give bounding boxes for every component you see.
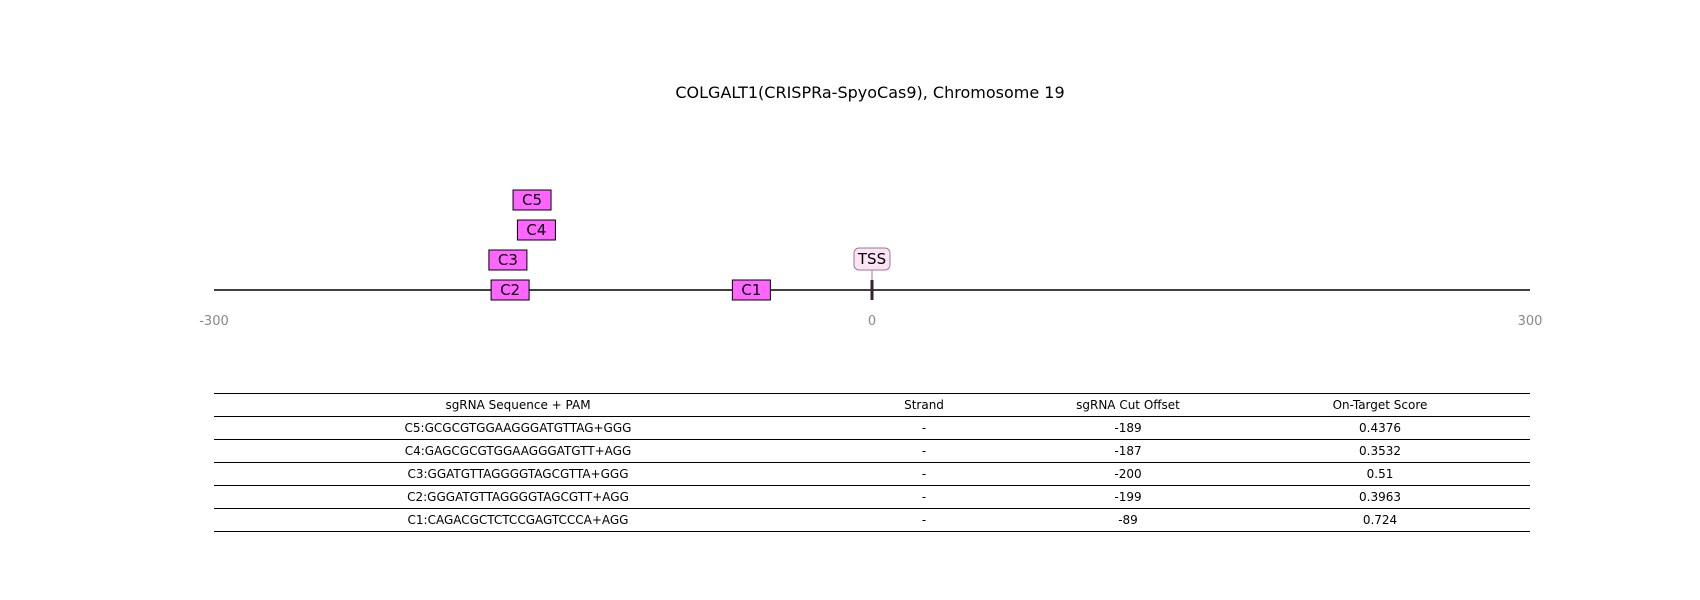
table-header-row: sgRNA Sequence + PAM Strand sgRNA Cut Of… bbox=[214, 393, 1530, 417]
guide-label: C2 bbox=[500, 281, 520, 299]
guide-label: C4 bbox=[526, 221, 546, 239]
header-sequence: sgRNA Sequence + PAM bbox=[214, 393, 822, 417]
sequence-cell: C2:GGGATGTTAGGGGTAGCGTT+AGG bbox=[214, 485, 822, 509]
strand-cell: - bbox=[822, 439, 1026, 463]
strand-cell: - bbox=[822, 416, 1026, 440]
score-cell: 0.724 bbox=[1230, 508, 1530, 532]
sequence-cell: C1:CAGACGCTCTCCGAGTCCCA+AGG bbox=[214, 508, 822, 532]
score-cell: 0.51 bbox=[1230, 462, 1530, 486]
guide-label: C5 bbox=[522, 191, 542, 209]
guide-track: -300 0 300 TSS C5 C4 C3 C2 C1 bbox=[199, 189, 1542, 329]
cut-offset-cell: -200 bbox=[1026, 462, 1230, 486]
cut-offset-cell: -89 bbox=[1026, 508, 1230, 532]
score-cell: 0.3963 bbox=[1230, 485, 1530, 509]
tss-label: TSS bbox=[857, 250, 886, 268]
tick-label: 0 bbox=[868, 314, 876, 329]
table-row: C1:CAGACGCTCTCCGAGTCCCA+AGG - -89 0.724 bbox=[214, 508, 1530, 532]
axis-ticks: -300 0 300 bbox=[199, 314, 1542, 329]
table-row: C2:GGGATGTTAGGGGTAGCGTT+AGG - -199 0.396… bbox=[214, 485, 1530, 509]
cut-offset-cell: -189 bbox=[1026, 416, 1230, 440]
cut-offset-cell: -199 bbox=[1026, 485, 1230, 509]
header-cut-offset: sgRNA Cut Offset bbox=[1026, 393, 1230, 417]
tick-label: -300 bbox=[199, 314, 229, 329]
header-strand: Strand bbox=[822, 393, 1026, 417]
table-row: C5:GCGCGTGGAAGGGATGTTAG+GGG - -189 0.437… bbox=[214, 416, 1530, 440]
sgrna-table: sgRNA Sequence + PAM Strand sgRNA Cut Of… bbox=[214, 393, 1530, 532]
guide-label: C1 bbox=[741, 281, 761, 299]
guide-label: C3 bbox=[498, 251, 518, 269]
cut-offset-cell: -187 bbox=[1026, 439, 1230, 463]
guide-boxes: C5 C4 C3 C2 C1 bbox=[488, 189, 771, 301]
table-row: C4:GAGCGCGTGGAAGGGATGTT+AGG - -187 0.353… bbox=[214, 439, 1530, 463]
strand-cell: - bbox=[822, 462, 1026, 486]
strand-cell: - bbox=[822, 485, 1026, 509]
sequence-cell: C4:GAGCGCGTGGAAGGGATGTT+AGG bbox=[214, 439, 822, 463]
score-cell: 0.4376 bbox=[1230, 416, 1530, 440]
tick-label: 300 bbox=[1518, 314, 1543, 329]
table-row: C3:GGATGTTAGGGGTAGCGTTA+GGG - -200 0.51 bbox=[214, 462, 1530, 486]
tss-marker: TSS bbox=[853, 247, 891, 300]
score-cell: 0.3532 bbox=[1230, 439, 1530, 463]
sequence-cell: C5:GCGCGTGGAAGGGATGTTAG+GGG bbox=[214, 416, 822, 440]
sequence-cell: C3:GGATGTTAGGGGTAGCGTTA+GGG bbox=[214, 462, 822, 486]
header-on-target-score: On-Target Score bbox=[1230, 393, 1530, 417]
strand-cell: - bbox=[822, 508, 1026, 532]
